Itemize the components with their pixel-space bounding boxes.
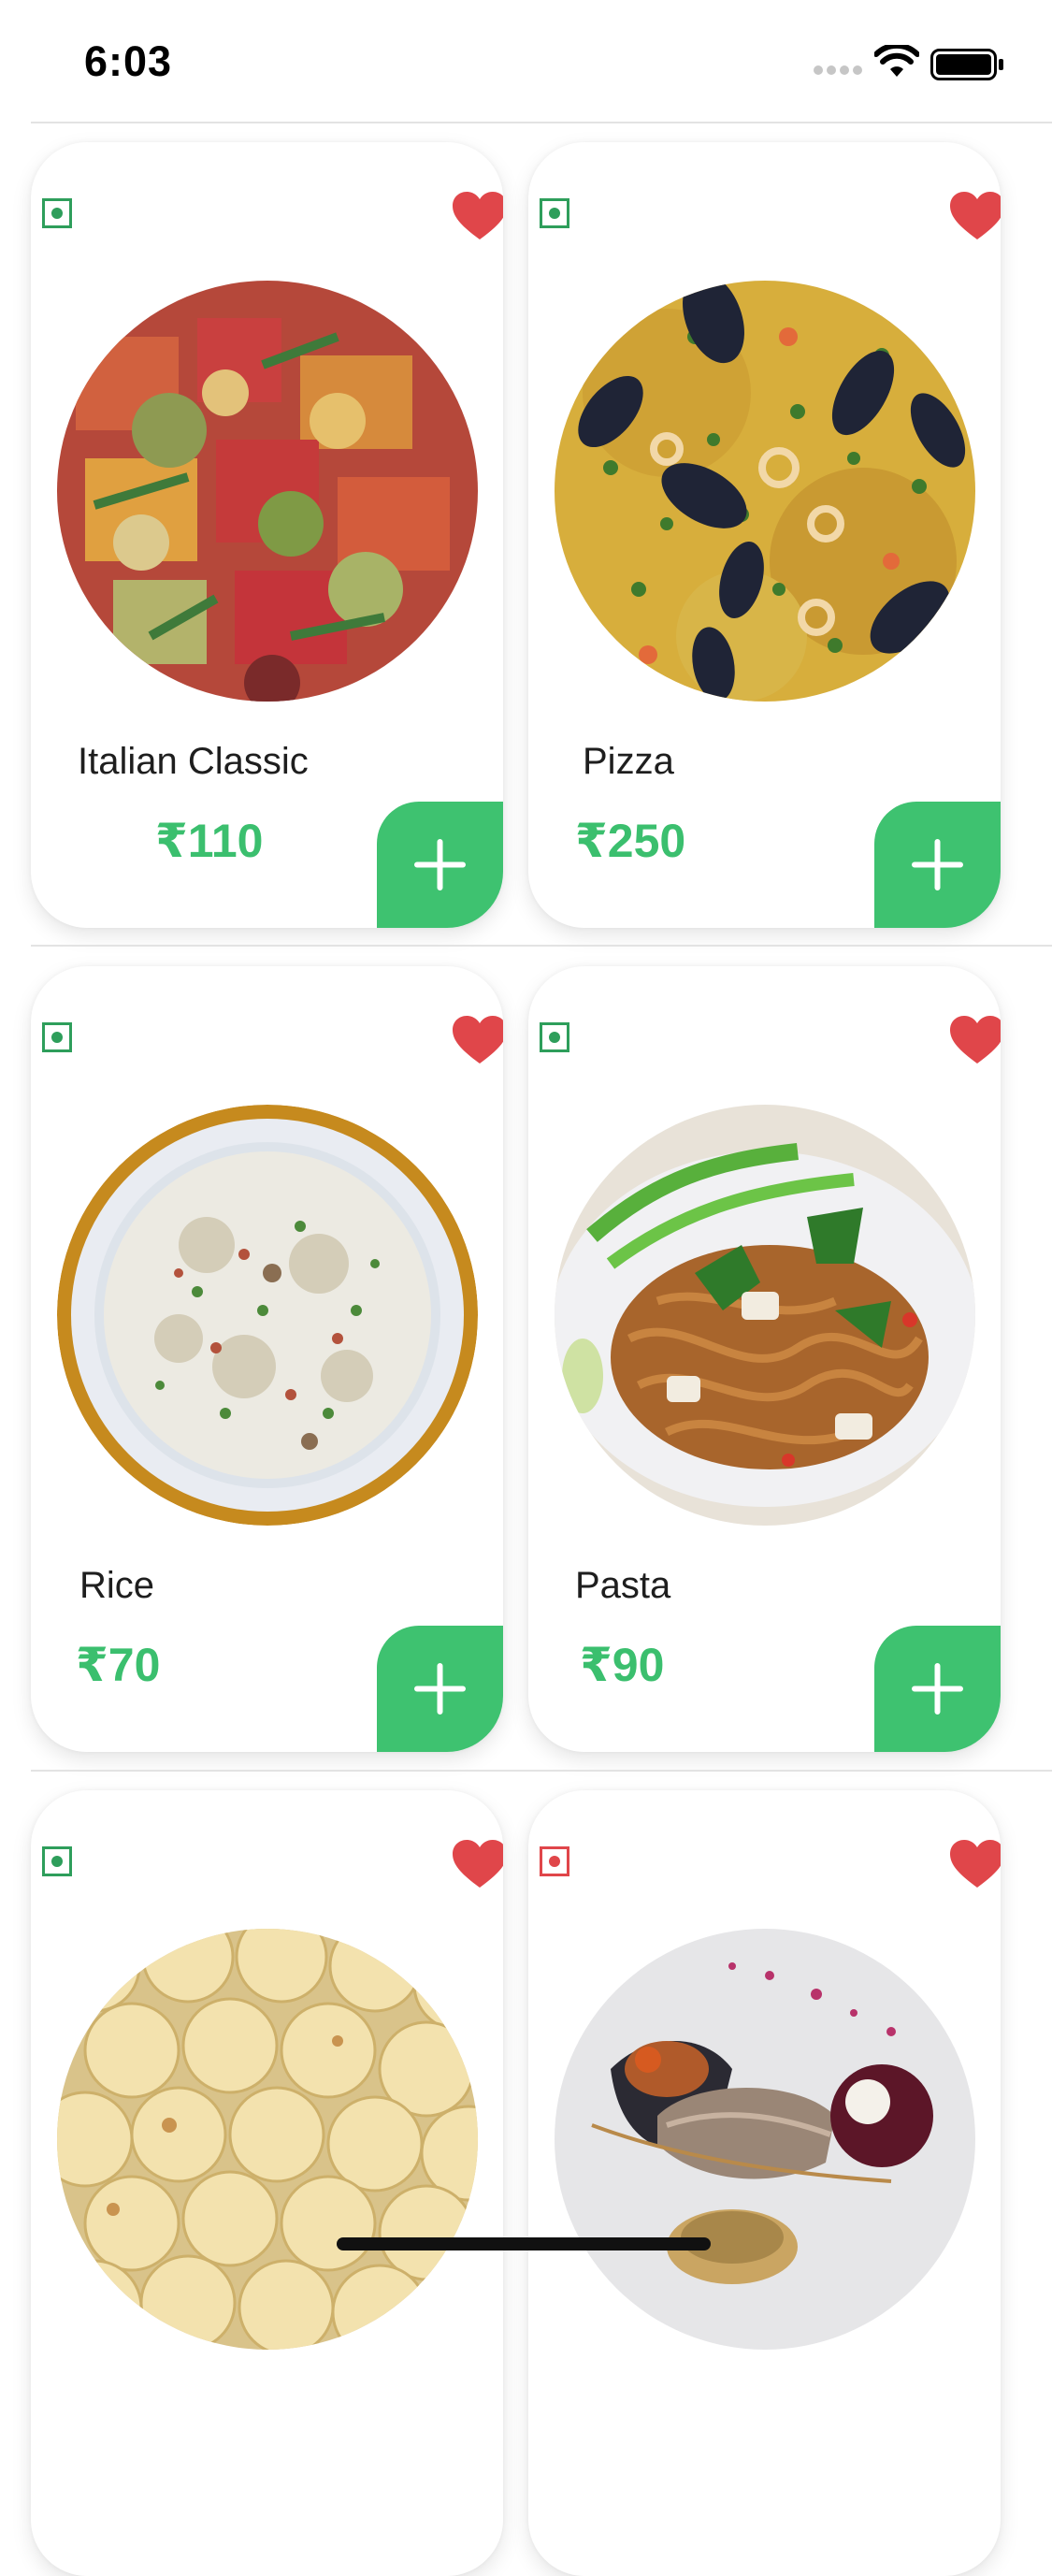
wifi-icon — [874, 45, 919, 77]
add-to-cart-button[interactable] — [874, 802, 1001, 928]
add-to-cart-button[interactable] — [874, 1626, 1001, 1752]
food-card[interactable]: Rice ₹70 — [31, 966, 503, 1752]
veg-indicator-icon — [540, 1022, 569, 1052]
dish-price: ₹250 — [575, 815, 686, 867]
food-card[interactable]: Italian Classic ₹110 — [31, 142, 503, 928]
dish-image — [555, 281, 975, 702]
plus-icon — [912, 839, 963, 890]
divider — [31, 945, 1052, 947]
heart-icon[interactable] — [451, 191, 503, 241]
add-to-cart-button[interactable] — [377, 1626, 503, 1752]
food-card[interactable] — [528, 1790, 1001, 2576]
status-indicators — [814, 45, 1010, 86]
heart-icon[interactable] — [948, 191, 1001, 241]
veg-indicator-icon — [42, 1022, 72, 1052]
food-card[interactable] — [31, 1790, 503, 2576]
home-indicator[interactable] — [337, 2237, 711, 2250]
dish-name: Pasta — [575, 1565, 671, 1606]
heart-icon[interactable] — [451, 1015, 503, 1065]
non-veg-indicator-icon — [540, 1846, 569, 1876]
add-to-cart-button[interactable] — [377, 802, 503, 928]
divider — [31, 1770, 1052, 1772]
dish-name: Rice — [79, 1565, 155, 1606]
food-card[interactable]: Pasta ₹90 — [528, 966, 1001, 1752]
divider — [31, 122, 1052, 123]
status-time: 6:03 — [84, 37, 173, 85]
dish-image — [57, 281, 478, 702]
plus-icon — [912, 1663, 963, 1715]
veg-indicator-icon — [42, 1846, 72, 1876]
food-card[interactable]: Pizza ₹250 — [528, 142, 1001, 928]
dish-image — [555, 1929, 975, 2350]
plus-icon — [414, 1663, 466, 1715]
dish-image — [555, 1105, 975, 1526]
dish-name: Italian Classic — [78, 741, 309, 782]
dish-price: ₹90 — [580, 1639, 665, 1691]
heart-icon[interactable] — [451, 1839, 503, 1889]
dish-name: Pizza — [583, 741, 674, 782]
veg-indicator-icon — [42, 198, 72, 228]
cellular-signal-icon — [814, 65, 864, 77]
plus-icon — [414, 839, 466, 890]
heart-icon[interactable] — [948, 1015, 1001, 1065]
dish-price: ₹110 — [155, 815, 264, 867]
dish-price: ₹70 — [76, 1639, 161, 1691]
heart-icon[interactable] — [948, 1839, 1001, 1889]
battery-icon — [930, 49, 1003, 80]
status-bar: 6:03 — [0, 0, 1052, 122]
dish-image — [57, 1105, 478, 1526]
dish-image — [57, 1929, 478, 2350]
veg-indicator-icon — [540, 198, 569, 228]
